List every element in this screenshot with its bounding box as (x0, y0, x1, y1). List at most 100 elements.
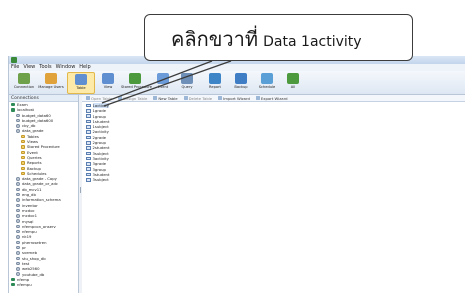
folder-icon (21, 134, 25, 139)
connection-icon (18, 73, 30, 84)
database-icon (16, 267, 20, 271)
event-icon (157, 73, 169, 84)
schedule-icon (261, 73, 273, 84)
new-table-button[interactable]: New Table (153, 95, 178, 101)
folder-icon (21, 155, 25, 160)
menu-file[interactable]: File (11, 64, 19, 71)
database-icon (16, 198, 20, 202)
database-icon (16, 118, 20, 123)
connection-tree: Exam localhost budget_data60 budget_data600… (9, 102, 78, 287)
subtoolbar-label: Open Table (91, 95, 113, 101)
table-icon (86, 103, 91, 108)
toolbar-stored-procedure-button[interactable]: Stored Procedure (121, 72, 152, 94)
toolbar-table-button[interactable]: Table (67, 72, 95, 94)
database-icon (16, 261, 20, 266)
all-icon (287, 73, 299, 84)
database-icon (16, 113, 20, 117)
table-icon (86, 130, 91, 134)
database-icon (16, 187, 20, 192)
table-icon (86, 156, 91, 161)
toolbar-schedule-button[interactable]: Schedule (253, 72, 281, 94)
table-list: 1activity 1grade 1group 1student 1subject 2ac… (82, 102, 465, 182)
connection-icon (11, 283, 15, 287)
tree-node-label: nfempu (17, 282, 32, 288)
database-icon (16, 251, 20, 255)
splitter-grip[interactable] (80, 187, 81, 193)
menu-help[interactable]: Help (79, 64, 90, 71)
database-icon (16, 240, 20, 245)
folder-icon (21, 150, 25, 155)
table-icon (86, 125, 91, 129)
main-toolbar: Connection Manage Users Table View Stored Pr… (9, 71, 465, 95)
export-wizard-icon (255, 96, 260, 100)
toolbar-label: View (103, 85, 113, 89)
database-icon (16, 182, 20, 186)
app-icon (11, 57, 17, 63)
folder-icon (21, 161, 25, 165)
connection-icon (11, 108, 15, 112)
toolbar-view-button[interactable]: View (94, 72, 122, 94)
connection-icon (11, 277, 15, 282)
subtoolbar-label: New Table (158, 95, 178, 101)
backup-icon (235, 73, 247, 84)
database-icon (16, 177, 20, 181)
toolbar-label: Schedule (258, 85, 276, 89)
open-table-icon (86, 96, 90, 100)
toolbar-label: Connection (13, 85, 35, 89)
database-icon (16, 224, 20, 229)
menu-view[interactable]: View (23, 64, 35, 71)
database-icon (16, 203, 20, 207)
database-icon (16, 272, 20, 276)
menu-tools[interactable]: Tools (39, 64, 51, 71)
toolbar-label: Stored Procedure (121, 85, 152, 89)
delete-table-button[interactable]: Delete Table (183, 96, 212, 101)
delete-table-icon (183, 96, 188, 100)
subtoolbar-label: Import Wizard (223, 95, 250, 101)
toolbar-query-button[interactable]: Query (173, 72, 201, 94)
export-wizard-button[interactable]: Export Wizard (255, 95, 288, 101)
database-icon (16, 124, 20, 128)
callout-thai-text: คลิกขวาที่ (171, 27, 259, 51)
database-icon (16, 230, 20, 234)
design-table-button[interactable]: Design Table (118, 96, 147, 101)
subtoolbar-label: Design Table (123, 95, 148, 101)
instruction-callout: คลิกขวาที่ Data 1activity (144, 14, 413, 61)
connection-icon (11, 102, 15, 107)
database-icon (16, 219, 20, 223)
import-wizard-button[interactable]: Import Wizard (218, 96, 250, 101)
table-icon (86, 167, 91, 171)
toolbar-manage-users-button[interactable]: Manage Users (37, 72, 65, 94)
database-icon (16, 235, 20, 239)
table-item[interactable]: 3subject (86, 177, 465, 182)
callout-target-text: Data 1activity (263, 34, 362, 50)
toolbar-label: Query (181, 85, 193, 89)
navicat-window: File View Tools Window Help Connection Manage… (8, 56, 465, 293)
table-icon (75, 74, 87, 85)
folder-icon (21, 166, 25, 170)
toolbar-backup-button[interactable]: Backup (227, 72, 255, 94)
report-icon (209, 73, 221, 84)
table-icon (86, 119, 91, 124)
toolbar-all-button[interactable]: All (279, 72, 307, 94)
database-icon (16, 208, 20, 213)
table-icon (86, 162, 91, 166)
connections-pane: Connections Exam localhost budget_data60 bu… (9, 95, 79, 293)
table-icon (86, 109, 91, 113)
database-icon (16, 214, 20, 218)
subtoolbar-label: Export Wizard (260, 95, 288, 101)
toolbar-connection-button[interactable]: Connection (10, 72, 38, 94)
tree-node[interactable]: nfempu (9, 282, 78, 287)
table-icon (86, 172, 91, 177)
open-table-button[interactable]: Open Table (86, 96, 112, 101)
menu-window[interactable]: Window (56, 64, 76, 71)
procedure-icon (129, 73, 141, 84)
folder-icon (21, 140, 25, 144)
toolbar-report-button[interactable]: Report (201, 72, 229, 94)
table-icon (86, 146, 91, 150)
toolbar-label: Manage Users (38, 85, 64, 89)
database-icon (16, 245, 20, 250)
object-pane: Open Table Design Table New Table Delete Ta… (82, 95, 465, 293)
table-icon (86, 140, 91, 145)
table-icon (86, 114, 91, 119)
database-icon (16, 129, 20, 133)
